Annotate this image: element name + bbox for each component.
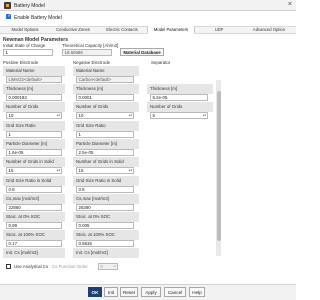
neg-grids-solid-stepper[interactable]: 15 xyxy=(76,167,134,174)
capacity-label: Theoretical Capacity [Ah/m2] xyxy=(62,43,119,48)
sep-grids-label: Number of Grids xyxy=(147,102,213,112)
initial-soc-label: Initial State of Charge xyxy=(3,43,46,48)
tab-conductive-zones[interactable]: Conductive Zones xyxy=(49,26,97,34)
pos-material-name-label: Material Name xyxy=(3,66,65,76)
use-analytical-cs-label: Use Analytical Cs xyxy=(14,264,49,269)
neg-grids-solid-chevron-icon[interactable]: ▴▾ xyxy=(129,168,132,172)
neg-grid-ratio-label: Grid Size Ratio xyxy=(73,121,139,131)
cs-function-order-chevron-icon[interactable]: ▴▾ xyxy=(113,264,116,268)
scrollbar-thumb[interactable] xyxy=(216,91,221,241)
neg-grid-ratio-solid-input[interactable]: 0.8 xyxy=(76,186,134,193)
ok-button[interactable]: OK xyxy=(88,287,102,297)
neg-thickness-label: Thickness [m] xyxy=(73,84,139,94)
neg-thickness-input[interactable]: 0.0001 xyxy=(76,94,134,101)
tab-model-parameters[interactable]: Model Parameters xyxy=(147,26,195,34)
sep-grids-chevron-icon[interactable]: ▴▾ xyxy=(203,113,206,117)
pos-thickness-input[interactable]: 0.000183 xyxy=(6,94,62,101)
neg-cs-max-input[interactable]: 26390 xyxy=(76,204,134,211)
cancel-button[interactable]: Cancel xyxy=(164,287,186,297)
neg-stoic100-input[interactable]: 0.5635 xyxy=(76,240,134,247)
enable-battery-label: Enable Battery Model xyxy=(14,14,62,21)
pos-grids-solid-stepper[interactable]: 15 xyxy=(6,167,62,174)
initial-soc-input[interactable]: 1 xyxy=(3,49,53,56)
neg-particle-label: Particle Diameter [m] xyxy=(73,139,139,149)
pos-cs-max-label: Cs,max [mol/m3] xyxy=(3,194,65,204)
neg-grids-stepper[interactable]: 10 xyxy=(76,112,134,119)
capacity-field: 18.60586 xyxy=(62,49,112,56)
pos-init-cs-label: Init. Cs [mol/m3] xyxy=(3,248,65,258)
sep-thickness-input[interactable]: 5.2e-05 xyxy=(150,94,208,101)
init-button[interactable]: Init xyxy=(104,287,118,297)
pos-material-name-field: LiMnO2<default> xyxy=(6,76,62,83)
tab-advanced-option[interactable]: Advanced Option xyxy=(243,26,295,34)
separator-header: Separator xyxy=(151,60,171,65)
neg-stoic0-input[interactable]: 0.005 xyxy=(76,222,134,229)
neg-stoic0-label: Stoic. at 0% SOC xyxy=(73,212,139,222)
pos-particle-input[interactable]: 1.6e-05 xyxy=(6,149,62,156)
apply-button[interactable]: Apply xyxy=(141,287,161,297)
neg-cs-max-label: Cs,max [mol/m3] xyxy=(73,194,139,204)
cs-function-order-label: Cs Function Order xyxy=(52,264,88,269)
pos-particle-label: Particle Diameter [m] xyxy=(3,139,65,149)
pos-stoic100-input[interactable]: 0.17 xyxy=(6,240,62,247)
pos-thickness-label: Thickness [m] xyxy=(3,84,65,94)
neg-init-cs-label: Init. Cs [mol/m3] xyxy=(73,248,139,258)
neg-material-name-label: Material Name xyxy=(73,66,139,76)
neg-stoic100-label: Stoic. at 100% SOC xyxy=(73,230,139,240)
pos-stoic0-input[interactable]: 0.99 xyxy=(6,222,62,229)
app-icon xyxy=(4,2,11,9)
window-title: Battery Model xyxy=(14,2,45,9)
reset-button[interactable]: Reset xyxy=(120,287,138,297)
pos-grids-label: Number of Grids xyxy=(3,102,65,112)
negative-electrode-header: Negative Electrode xyxy=(73,60,111,65)
pos-grid-ratio-label: Grid Size Ratio xyxy=(3,121,65,131)
sep-grids-stepper[interactable]: 5 xyxy=(150,112,208,119)
sep-thickness-label: Thickness [m] xyxy=(147,84,213,94)
neg-grids-label: Number of Grids xyxy=(73,102,139,112)
pos-grids-solid-label: Number of Grids in Solid xyxy=(3,157,65,167)
enable-battery-checkbox[interactable] xyxy=(6,13,12,19)
close-icon[interactable]: × xyxy=(288,1,292,8)
pos-stoic0-label: Stoic. at 0% SOC xyxy=(3,212,65,222)
pos-stoic100-label: Stoic. at 100% SOC xyxy=(3,230,65,240)
tab-model-options[interactable]: Model Options xyxy=(2,26,48,34)
neg-grids-chevron-icon[interactable]: ▴▾ xyxy=(129,113,132,117)
material-database-button[interactable]: Material Database xyxy=(120,48,164,56)
neg-material-name-field: Carbon<default> xyxy=(76,76,134,83)
neg-grids-solid-label: Number of Grids in Solid xyxy=(73,157,139,167)
help-button[interactable]: Help xyxy=(189,287,205,297)
neg-grid-ratio-input[interactable]: 1 xyxy=(76,131,134,138)
positive-electrode-header: Positive Electrode xyxy=(3,60,39,65)
use-analytical-cs-checkbox[interactable] xyxy=(6,264,11,269)
pos-cs-max-input[interactable]: 22860 xyxy=(6,204,62,211)
pos-grid-ratio-solid-label: Grid Size Ratio in Solid xyxy=(3,176,65,186)
pos-grid-ratio-solid-input[interactable]: 0.8 xyxy=(6,186,62,193)
pos-grids-solid-chevron-icon[interactable]: ▴▾ xyxy=(57,168,60,172)
neg-grid-ratio-solid-label: Grid Size Ratio in Solid xyxy=(73,176,139,186)
tab-electric-contacts[interactable]: Electric Contacts xyxy=(98,26,146,34)
neg-particle-input[interactable]: 2.5e-05 xyxy=(76,149,134,156)
pos-grids-chevron-icon[interactable]: ▴▾ xyxy=(57,113,60,117)
pos-grid-ratio-input[interactable]: 1 xyxy=(6,131,62,138)
pos-grids-stepper[interactable]: 10 xyxy=(6,112,62,119)
tab-udf[interactable]: UDF xyxy=(196,26,242,34)
